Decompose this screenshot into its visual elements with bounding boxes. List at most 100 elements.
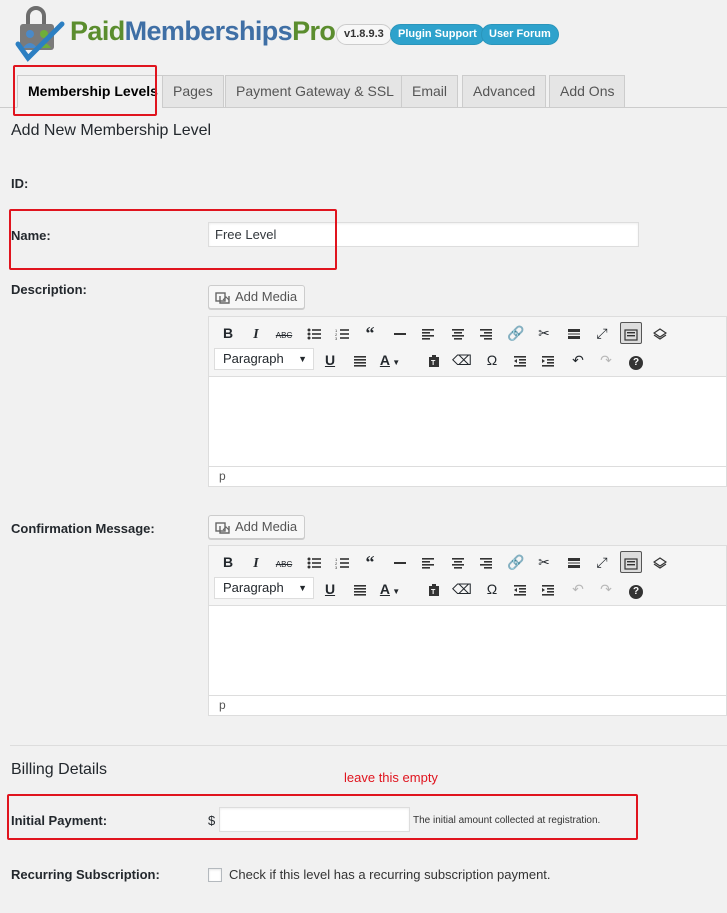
bulleted-list-icon[interactable] xyxy=(303,551,325,573)
align-center-icon[interactable] xyxy=(447,322,469,344)
special-character-icon[interactable]: Ω xyxy=(481,349,503,371)
undo-icon[interactable]: ↶ xyxy=(567,578,589,600)
recurring-checkbox-label: Check if this level has a recurring subs… xyxy=(229,867,551,882)
unlink-icon[interactable]: ✂ xyxy=(533,551,555,573)
fullscreen-icon[interactable]: ⤢ xyxy=(591,551,613,573)
initial-payment-input[interactable] xyxy=(219,807,410,832)
bold-icon[interactable]: B xyxy=(217,322,239,344)
add-media-button[interactable]: Add Media xyxy=(208,515,306,539)
description-editor[interactable]: B I ABC 1 2 3 “ 🔗 ✂ ⤢ Paragraph ▼ U A ▼ T ⌫ Ω ↶ ↷? p xyxy=(208,316,727,487)
description-label: Description: xyxy=(11,282,87,297)
horizontal-line-icon[interactable] xyxy=(389,551,411,573)
align-right-icon[interactable] xyxy=(475,551,497,573)
help-icon[interactable]: ? xyxy=(625,578,647,600)
editor-content-area[interactable] xyxy=(209,377,726,467)
svg-text:T: T xyxy=(431,360,436,367)
add-media-button[interactable]: Add Media xyxy=(208,285,306,309)
underline-icon[interactable]: U xyxy=(319,578,341,600)
bold-icon[interactable]: B xyxy=(217,551,239,573)
format-select[interactable]: Paragraph ▼ xyxy=(214,348,314,370)
section-divider xyxy=(10,745,727,746)
strikethrough-icon[interactable]: ABC xyxy=(273,322,295,344)
blockquote-icon[interactable]: “ xyxy=(359,322,381,344)
confirmation-editor[interactable]: B I ABC 1 2 3 “ 🔗 ✂ ⤢ Paragraph ▼ U A ▼ T ⌫ Ω ↶ ↷? p xyxy=(208,545,727,716)
align-left-icon[interactable] xyxy=(417,551,439,573)
plugin-support-button[interactable]: Plugin Support xyxy=(390,24,485,45)
paste-text-icon[interactable]: T xyxy=(423,349,445,371)
version-badge: v1.8.9.3 xyxy=(336,24,392,45)
add-media-label: Add Media xyxy=(235,519,298,534)
tab-payment-gateway[interactable]: Payment Gateway & SSL xyxy=(225,75,405,108)
paste-text-icon[interactable]: T xyxy=(423,578,445,600)
justify-icon[interactable] xyxy=(349,578,371,600)
currency-symbol: $ xyxy=(208,813,216,828)
toolbar-toggle-icon[interactable] xyxy=(620,322,642,344)
special-character-icon[interactable]: Ω xyxy=(481,578,503,600)
read-more-icon[interactable] xyxy=(563,322,585,344)
tab-email[interactable]: Email xyxy=(401,75,459,108)
editor-content-area[interactable] xyxy=(209,606,726,696)
italic-icon[interactable]: I xyxy=(245,551,267,573)
fullscreen-icon[interactable]: ⤢ xyxy=(591,322,613,344)
confirmation-label: Confirmation Message: xyxy=(11,521,155,536)
initial-payment-label: Initial Payment: xyxy=(11,813,108,828)
chevron-down-icon: ▼ xyxy=(298,583,307,593)
align-center-icon[interactable] xyxy=(447,551,469,573)
media-icon xyxy=(215,290,231,304)
tab-membership-levels[interactable]: Membership Levels xyxy=(17,75,169,108)
name-label: Name: xyxy=(11,228,51,243)
link-icon[interactable]: 🔗 xyxy=(505,551,527,573)
annotation-text: leave this empty xyxy=(344,770,438,785)
redo-icon[interactable]: ↷ xyxy=(595,578,617,600)
editor-path-status: p xyxy=(209,695,726,715)
unlink-icon[interactable]: ✂ xyxy=(533,322,555,344)
layers-icon[interactable] xyxy=(649,322,671,344)
initial-payment-help: The initial amount collected at registra… xyxy=(413,815,601,826)
text-color-icon[interactable]: A ▼ xyxy=(379,349,401,371)
underline-icon[interactable]: U xyxy=(319,349,341,371)
redo-icon[interactable]: ↷ xyxy=(595,349,617,371)
tab-add-ons[interactable]: Add Ons xyxy=(549,75,626,108)
page-title: Add New Membership Level xyxy=(11,122,212,139)
logo-icon xyxy=(14,4,66,62)
help-icon[interactable]: ? xyxy=(625,349,647,371)
clear-formatting-icon[interactable]: ⌫ xyxy=(451,349,473,371)
numbered-list-icon[interactable]: 123 xyxy=(331,322,353,344)
recurring-checkbox[interactable] xyxy=(208,868,222,882)
user-forum-button[interactable]: User Forum xyxy=(481,24,559,45)
outdent-icon[interactable] xyxy=(509,349,531,371)
align-left-icon[interactable] xyxy=(417,322,439,344)
editor-path-status: p xyxy=(209,466,726,486)
format-select-value: Paragraph xyxy=(223,351,284,366)
id-label: ID: xyxy=(11,176,29,191)
recurring-label: Recurring Subscription: xyxy=(11,867,160,882)
logo-wordmark: PaidMembershipsPro xyxy=(70,16,336,46)
format-select[interactable]: Paragraph ▼ xyxy=(214,577,314,599)
clear-formatting-icon[interactable]: ⌫ xyxy=(451,578,473,600)
blockquote-icon[interactable]: “ xyxy=(359,551,381,573)
numbered-list-icon[interactable]: 123 xyxy=(331,551,353,573)
outdent-icon[interactable] xyxy=(509,578,531,600)
align-right-icon[interactable] xyxy=(475,322,497,344)
svg-text:3: 3 xyxy=(335,336,338,340)
indent-icon[interactable] xyxy=(537,578,559,600)
undo-icon[interactable]: ↶ xyxy=(567,349,589,371)
horizontal-line-icon[interactable] xyxy=(389,322,411,344)
svg-text:T: T xyxy=(431,589,436,596)
chevron-down-icon: ▼ xyxy=(298,354,307,364)
billing-title: Billing Details xyxy=(11,761,108,778)
layers-icon[interactable] xyxy=(649,551,671,573)
justify-icon[interactable] xyxy=(349,349,371,371)
toolbar-toggle-icon[interactable] xyxy=(620,551,642,573)
italic-icon[interactable]: I xyxy=(245,322,267,344)
read-more-icon[interactable] xyxy=(563,551,585,573)
tab-pages[interactable]: Pages xyxy=(162,75,224,108)
name-input[interactable] xyxy=(208,222,639,247)
svg-text:3: 3 xyxy=(335,565,338,569)
text-color-icon[interactable]: A ▼ xyxy=(379,578,401,600)
indent-icon[interactable] xyxy=(537,349,559,371)
link-icon[interactable]: 🔗 xyxy=(505,322,527,344)
strikethrough-icon[interactable]: ABC xyxy=(273,551,295,573)
tab-advanced[interactable]: Advanced xyxy=(462,75,547,108)
bulleted-list-icon[interactable] xyxy=(303,322,325,344)
